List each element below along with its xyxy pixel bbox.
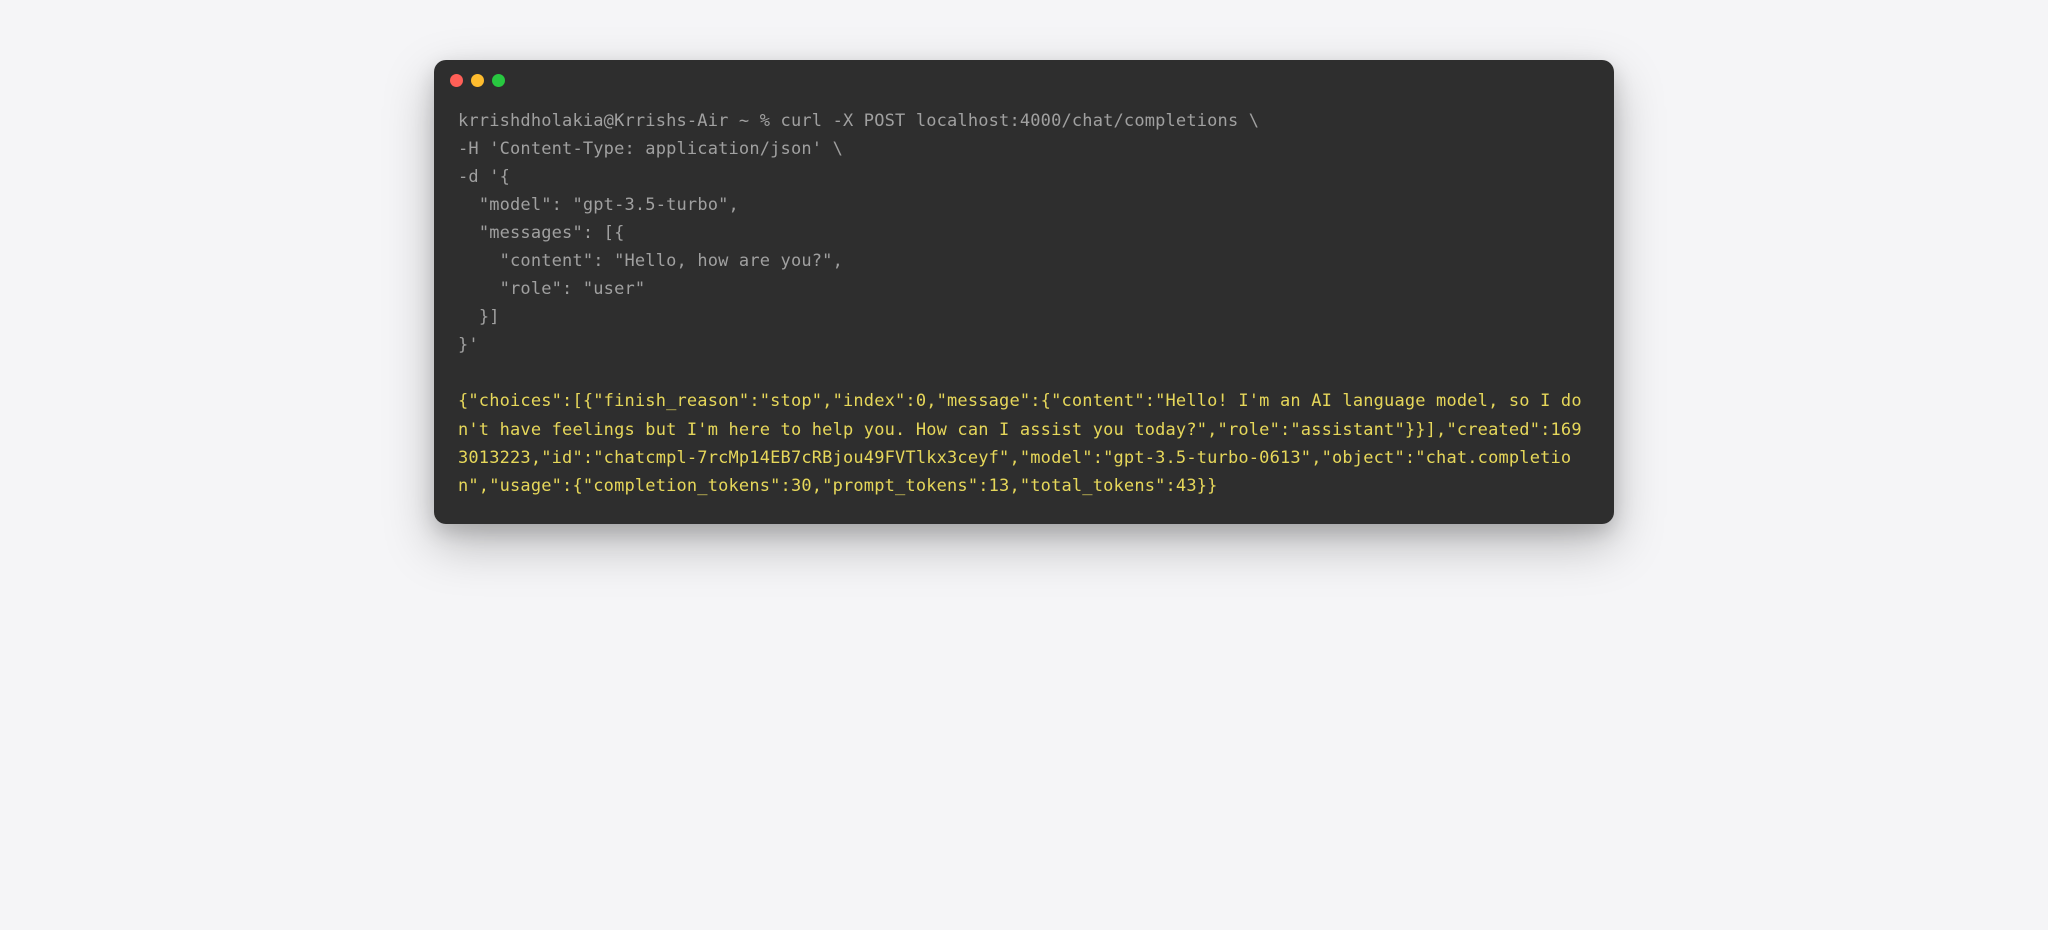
window-titlebar bbox=[434, 60, 1614, 95]
terminal-command: krrishdholakia@Krrishs-Air ~ % curl -X P… bbox=[458, 107, 1590, 359]
terminal-output: {"choices":[{"finish_reason":"stop","ind… bbox=[458, 387, 1590, 499]
close-icon[interactable] bbox=[450, 74, 463, 87]
maximize-icon[interactable] bbox=[492, 74, 505, 87]
terminal-body[interactable]: krrishdholakia@Krrishs-Air ~ % curl -X P… bbox=[434, 95, 1614, 524]
minimize-icon[interactable] bbox=[471, 74, 484, 87]
terminal-window: krrishdholakia@Krrishs-Air ~ % curl -X P… bbox=[434, 60, 1614, 524]
